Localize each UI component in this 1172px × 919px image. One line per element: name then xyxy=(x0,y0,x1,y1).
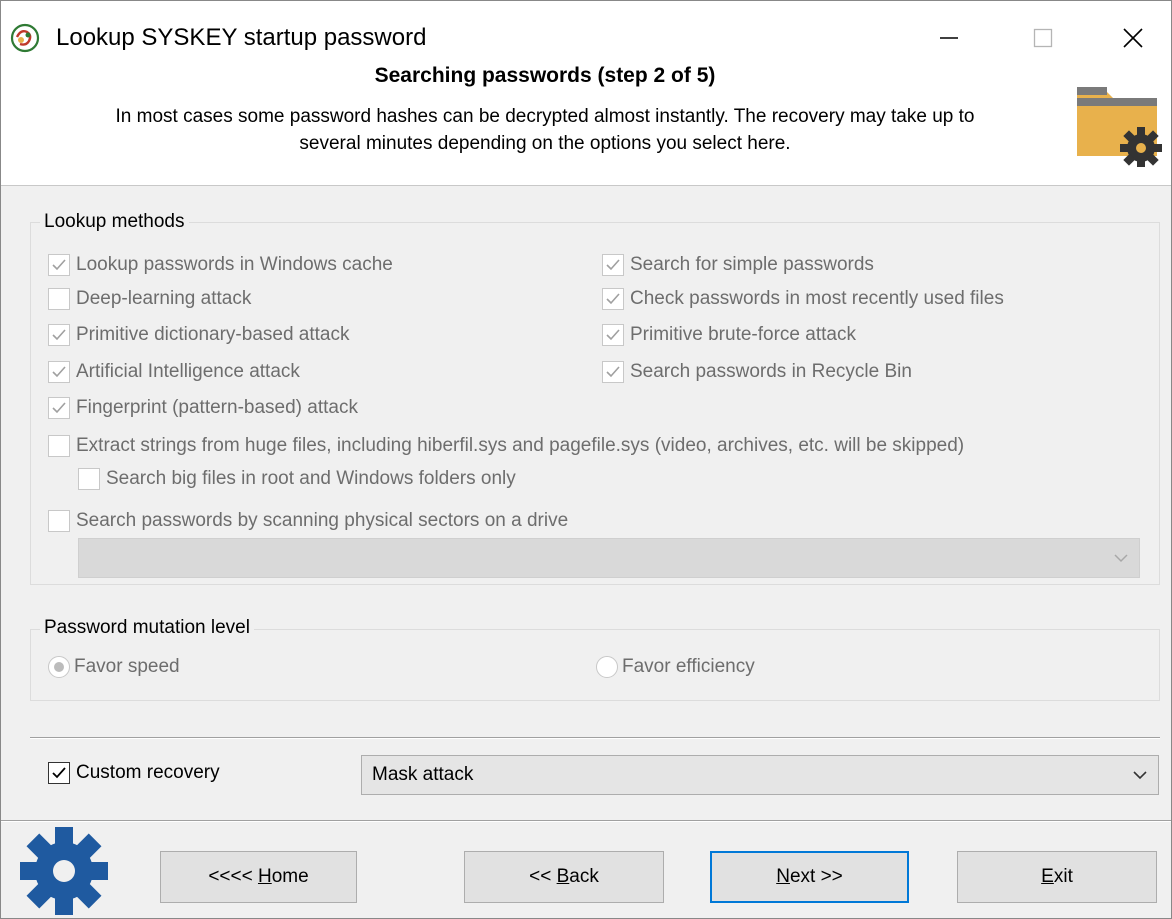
cb-ai-attack[interactable]: Artificial Intelligence attack xyxy=(48,360,300,384)
checkbox[interactable] xyxy=(78,468,100,490)
checkmark-icon xyxy=(52,767,66,779)
cb-fingerprint[interactable]: Fingerprint (pattern-based) attack xyxy=(48,396,358,420)
radio-button[interactable] xyxy=(596,656,618,678)
recovery-method-value: Mask attack xyxy=(372,764,474,785)
cb-deep-learning[interactable]: Deep-learning attack xyxy=(48,287,251,311)
chevron-down-icon xyxy=(1114,554,1128,563)
minimize-icon xyxy=(940,37,958,39)
checkbox[interactable] xyxy=(602,324,624,346)
mutation-title: Password mutation level xyxy=(40,616,254,640)
next-button-rest: ext >> xyxy=(789,866,843,887)
checkbox[interactable] xyxy=(602,254,624,276)
cb-extract-strings[interactable]: Extract strings from huge files, includi… xyxy=(48,434,964,458)
exit-button-rest: xit xyxy=(1053,866,1073,887)
back-button[interactable]: << Back xyxy=(464,851,664,903)
checkmark-icon xyxy=(52,329,66,341)
chevron-down-icon xyxy=(1133,771,1147,780)
checkbox[interactable] xyxy=(48,435,70,457)
checkbox[interactable] xyxy=(602,361,624,383)
step-title: Searching passwords (step 2 of 5) xyxy=(374,64,716,87)
radio-favor-efficiency-label: Favor efficiency xyxy=(622,656,755,677)
cb-simple-passwords-label: Search for simple passwords xyxy=(630,254,874,275)
checkmark-icon xyxy=(606,259,620,271)
gear-icon xyxy=(20,827,108,915)
folder-gear-icon xyxy=(1077,87,1162,167)
checkbox[interactable] xyxy=(602,288,624,310)
cb-recycle-bin-label: Search passwords in Recycle Bin xyxy=(630,361,912,382)
close-icon xyxy=(1123,28,1143,48)
close-button[interactable] xyxy=(1103,13,1163,63)
drive-select[interactable] xyxy=(78,538,1140,578)
checkmark-icon xyxy=(606,293,620,305)
recovery-method-select[interactable]: Mask attack xyxy=(361,755,1159,795)
checkbox[interactable] xyxy=(48,510,70,532)
cb-scan-sectors-label: Search passwords by scanning physical se… xyxy=(76,510,569,531)
description-line-1: In most cases some password hashes can b… xyxy=(115,106,975,127)
cb-search-big-files-label: Search big files in root and Windows fol… xyxy=(106,468,516,489)
radio-favor-efficiency[interactable]: Favor efficiency xyxy=(596,656,755,678)
checkbox[interactable] xyxy=(48,762,70,784)
checkmark-icon xyxy=(52,402,66,414)
cb-custom-recovery-label: Custom recovery xyxy=(76,762,220,783)
cb-dictionary-label: Primitive dictionary-based attack xyxy=(76,324,350,345)
maximize-button[interactable] xyxy=(1013,13,1073,63)
cb-windows-cache-label: Lookup passwords in Windows cache xyxy=(76,254,393,275)
window-title: Lookup SYSKEY startup password xyxy=(56,24,427,51)
maximize-icon xyxy=(1033,28,1053,48)
minimize-button[interactable] xyxy=(919,13,979,63)
home-button[interactable]: <<<< Home xyxy=(160,851,357,903)
cb-brute-force[interactable]: Primitive brute-force attack xyxy=(602,323,856,347)
radio-favor-speed-label: Favor speed xyxy=(74,656,180,677)
checkmark-icon xyxy=(606,366,620,378)
next-button-accel: N xyxy=(776,866,790,887)
cb-recent-files-label: Check passwords in most recently used fi… xyxy=(630,288,1004,309)
footer-separator xyxy=(0,820,1172,822)
cb-ai-attack-label: Artificial Intelligence attack xyxy=(76,361,300,382)
checkbox[interactable] xyxy=(48,324,70,346)
cb-fingerprint-label: Fingerprint (pattern-based) attack xyxy=(76,397,358,418)
home-button-prefix: <<<< xyxy=(208,866,258,887)
separator xyxy=(30,737,1160,739)
next-button[interactable]: Next >> xyxy=(710,851,909,903)
radio-button[interactable] xyxy=(48,656,70,678)
description-line-2: several minutes depending on the options… xyxy=(299,133,791,154)
cb-dictionary[interactable]: Primitive dictionary-based attack xyxy=(48,323,350,347)
checkbox[interactable] xyxy=(48,254,70,276)
app-logo-icon xyxy=(10,23,40,53)
exit-button-accel: E xyxy=(1041,866,1054,887)
exit-button[interactable]: Exit xyxy=(957,851,1157,903)
cb-custom-recovery[interactable]: Custom recovery xyxy=(48,761,220,785)
radio-favor-speed[interactable]: Favor speed xyxy=(48,656,180,678)
checkbox[interactable] xyxy=(48,361,70,383)
home-button-rest: ome xyxy=(271,866,309,887)
cb-scan-sectors[interactable]: Search passwords by scanning physical se… xyxy=(48,509,568,533)
checkmark-icon xyxy=(606,329,620,341)
radio-dot xyxy=(54,662,64,672)
back-button-rest: ack xyxy=(569,866,599,887)
checkbox[interactable] xyxy=(48,288,70,310)
cb-brute-force-label: Primitive brute-force attack xyxy=(630,324,856,345)
lookup-syskey-window: Lookup SYSKEY startup password Searching… xyxy=(0,0,1172,919)
lookup-methods-title: Lookup methods xyxy=(40,210,189,234)
cb-simple-passwords[interactable]: Search for simple passwords xyxy=(602,253,874,277)
cb-windows-cache[interactable]: Lookup passwords in Windows cache xyxy=(48,253,393,277)
cb-extract-strings-label: Extract strings from huge files, includi… xyxy=(76,435,965,456)
home-button-accel: H xyxy=(257,866,272,887)
cb-deep-learning-label: Deep-learning attack xyxy=(76,288,252,309)
cb-recycle-bin[interactable]: Search passwords in Recycle Bin xyxy=(602,360,912,384)
checkmark-icon xyxy=(52,366,66,378)
cb-recent-files[interactable]: Check passwords in most recently used fi… xyxy=(602,287,1004,311)
checkbox[interactable] xyxy=(48,397,70,419)
checkmark-icon xyxy=(52,259,66,271)
back-button-accel: B xyxy=(556,866,570,887)
cb-search-big-files[interactable]: Search big files in root and Windows fol… xyxy=(78,467,516,491)
back-button-prefix: << xyxy=(529,866,557,887)
step-description: In most cases some password hashes can b… xyxy=(40,103,1050,157)
